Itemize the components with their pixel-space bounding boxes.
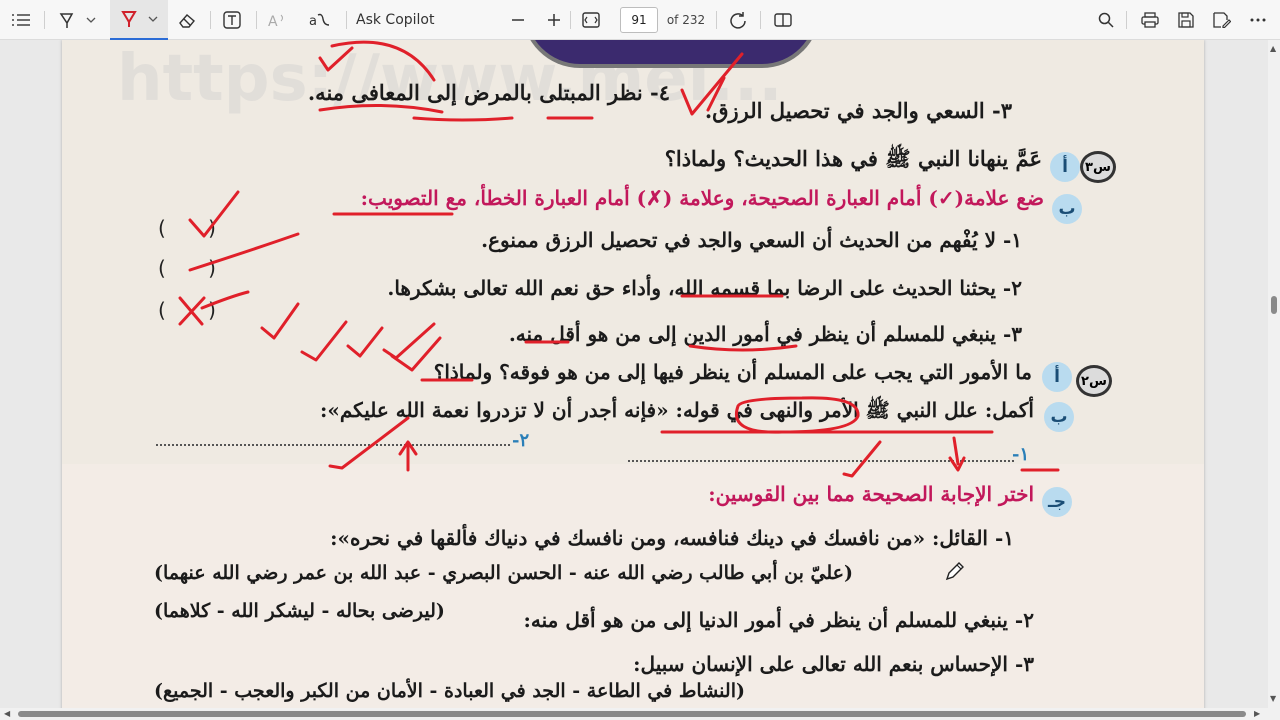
part-b-badge-2: ب bbox=[1044, 402, 1074, 432]
vertical-scrollbar[interactable]: ▲ ▼ bbox=[1268, 40, 1280, 708]
page-number-input[interactable] bbox=[620, 7, 658, 33]
question-3b-instruction: ضع علامة(✓) أمام العبارة الصحيحة، وعلامة… bbox=[360, 186, 1044, 210]
highlight-button[interactable] bbox=[110, 0, 168, 40]
blank-2-label: ٢- bbox=[512, 430, 530, 451]
contents-icon[interactable] bbox=[8, 0, 34, 40]
zoom-in-icon[interactable] bbox=[542, 0, 566, 40]
answer-box-1: ( ) bbox=[158, 216, 234, 240]
choice-3-text: ٣- الإحساس بنعم الله تعالى على الإنسان س… bbox=[633, 652, 1034, 676]
top-decoration bbox=[522, 40, 820, 68]
ask-copilot-label: Ask Copilot bbox=[356, 12, 435, 28]
print-icon[interactable] bbox=[1138, 0, 1162, 40]
chevron-down-icon bbox=[86, 17, 96, 23]
save-icon[interactable] bbox=[1174, 0, 1198, 40]
search-icon[interactable] bbox=[1094, 0, 1118, 40]
choice-2-text: ٢- ينبغي للمسلم أن ينظر في أمور الدنيا إ… bbox=[523, 608, 1035, 632]
highlight-icon bbox=[120, 10, 138, 28]
statement-3: ٣- ينبغي للمسلم أن ينظر في أمور الدين إل… bbox=[508, 322, 1022, 346]
blank-1-line bbox=[628, 460, 1014, 462]
question-j-instruction: اختر الإجابة الصحيحة مما بين القوسين: bbox=[708, 482, 1034, 506]
toolbar: A a Ask Copilot of 232 bbox=[0, 0, 1280, 40]
vertical-scroll-thumb[interactable] bbox=[1271, 296, 1277, 314]
fit-page-icon[interactable] bbox=[578, 0, 604, 40]
page-view-icon[interactable] bbox=[770, 0, 796, 40]
question-3a-text: عَمَّ ينهانا النبي ﷺ في هذا الحديث؟ ولما… bbox=[664, 146, 1042, 171]
ink-check-row-3 bbox=[346, 326, 384, 358]
read-aloud-icon[interactable]: A bbox=[264, 0, 292, 40]
chevron-down-icon bbox=[148, 16, 158, 22]
horizontal-scrollbar[interactable]: ◀ ▶ bbox=[0, 708, 1280, 720]
question-2-badge: س٢ bbox=[1076, 365, 1112, 397]
ink-check-row-4 bbox=[382, 322, 436, 360]
answer-box-2: ( ) bbox=[158, 256, 234, 280]
more-icon[interactable] bbox=[1246, 0, 1270, 40]
item-3-text: ٣- السعي والجد في تحصيل الرزق. bbox=[704, 98, 1012, 123]
draw-button[interactable] bbox=[52, 0, 102, 40]
ink-check-row-1 bbox=[260, 302, 300, 340]
blank-1-label: ١- bbox=[1012, 444, 1030, 465]
part-b-badge: ب bbox=[1052, 194, 1082, 224]
choice-1-text: ١- القائل: «من نافسك في دينك فنافسه، ومن… bbox=[330, 526, 1014, 550]
choice-2-options: (ليرضى بحاله - ليشكر الله - كلاهما) bbox=[154, 600, 445, 622]
scroll-down-icon[interactable]: ▼ bbox=[1270, 694, 1276, 703]
item-4-text: ٤- نظر المبتلى بالمرض إلى المعافى منه. bbox=[307, 80, 670, 105]
eraser-icon[interactable] bbox=[174, 0, 200, 40]
statement-1: ١- لا يُفْهم من الحديث أن السعي والجد في… bbox=[481, 228, 1022, 252]
answer-box-3: ( ) bbox=[158, 298, 234, 322]
ink-check-row-2 bbox=[300, 320, 348, 362]
question-2b-text: أكمل: علل النبي ﷺ الأمر والنهى في قوله: … bbox=[319, 398, 1034, 422]
blank-2-line bbox=[156, 444, 510, 446]
scroll-left-icon[interactable]: ◀ bbox=[4, 709, 10, 718]
pdf-page: https://www.mel... ٣- السعي والجد في تحص… bbox=[62, 40, 1204, 708]
part-a-badge-2: أ bbox=[1042, 362, 1072, 392]
scroll-right-icon[interactable]: ▶ bbox=[1254, 709, 1260, 718]
svg-text:a: a bbox=[309, 14, 317, 29]
draw-icon bbox=[58, 11, 76, 29]
part-j-badge: جـ bbox=[1042, 487, 1072, 517]
question-3-badge: س٣ bbox=[1080, 151, 1116, 183]
choice-1-options: (عليّ بن أبي طالب رضي الله عنه - الحسن ا… bbox=[154, 562, 853, 584]
svg-text:A: A bbox=[268, 14, 278, 28]
translate-icon[interactable]: a bbox=[304, 0, 336, 40]
document-viewport[interactable]: https://www.mel... ٣- السعي والجد في تحص… bbox=[0, 40, 1268, 708]
ask-copilot-button[interactable]: Ask Copilot bbox=[356, 0, 440, 40]
rotate-icon[interactable] bbox=[724, 0, 752, 40]
page-total: of 232 bbox=[666, 13, 706, 27]
ink-underline-4b bbox=[412, 116, 514, 122]
scroll-up-icon[interactable]: ▲ bbox=[1270, 44, 1276, 53]
statement-2: ٢- يحثنا الحديث على الرضا بما قسمه الله،… bbox=[387, 276, 1022, 300]
pen-cursor-icon bbox=[944, 560, 966, 586]
choice-3-options: (النشاط في الطاعة - الجد في العبادة - ال… bbox=[154, 680, 745, 702]
part-a-badge: أ bbox=[1050, 152, 1080, 182]
zoom-out-icon[interactable] bbox=[506, 0, 530, 40]
text-icon[interactable] bbox=[218, 0, 246, 40]
horizontal-scroll-thumb[interactable] bbox=[18, 711, 1246, 717]
save-as-icon[interactable] bbox=[1210, 0, 1234, 40]
question-2a-text: ما الأمور التي يجب على المسلم أن ينظر في… bbox=[433, 360, 1032, 384]
ink-underline-umur bbox=[688, 344, 798, 352]
